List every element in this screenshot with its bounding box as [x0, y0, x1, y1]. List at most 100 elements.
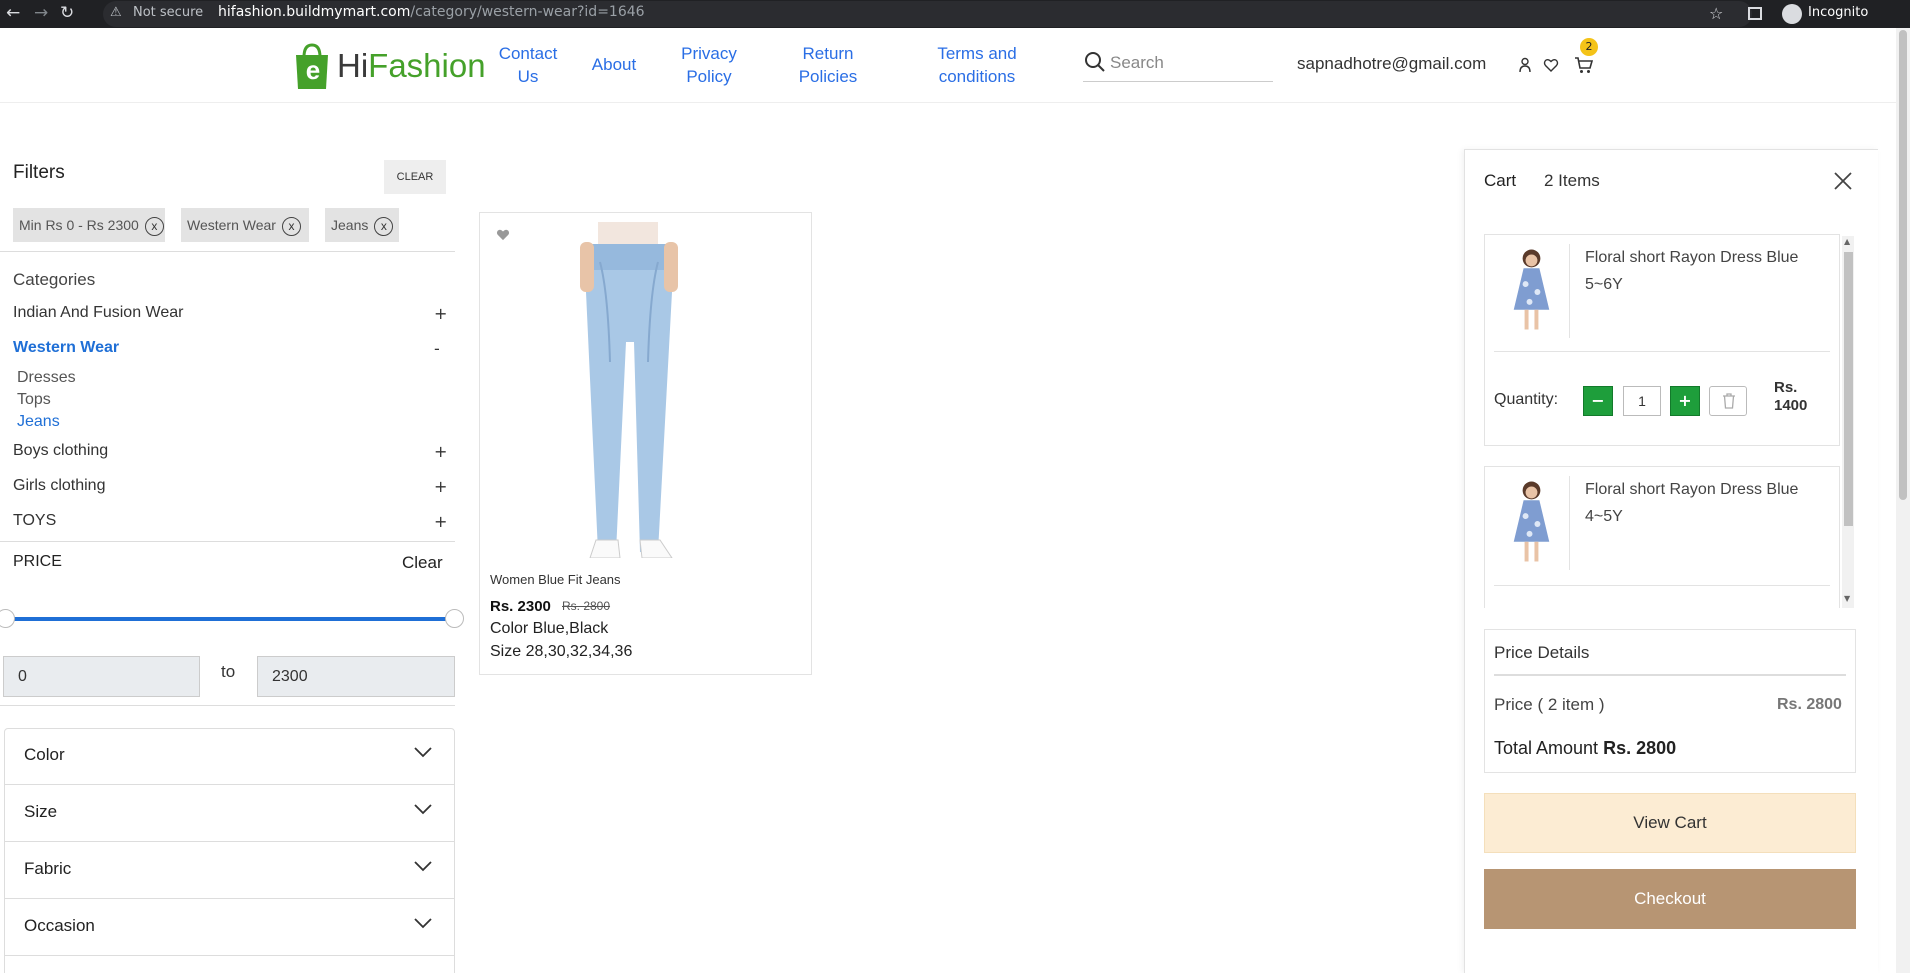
- category-boys-clothing[interactable]: Boys clothing: [13, 442, 108, 460]
- price-clear-link[interactable]: Clear: [402, 553, 443, 573]
- accordion-occasion[interactable]: Occasion: [4, 899, 455, 956]
- forward-icon[interactable]: →: [34, 3, 48, 23]
- product-wishlist-heart-icon[interactable]: [496, 228, 510, 241]
- accordion-label: Color: [24, 745, 65, 764]
- quantity-label: Quantity:: [1494, 391, 1559, 408]
- accordion-label: Occasion: [24, 916, 95, 935]
- search-icon[interactable]: [1083, 50, 1107, 74]
- nav-label-line2: Policy: [686, 67, 732, 86]
- price-currency: Rs.: [1774, 379, 1798, 396]
- category-toys[interactable]: TOYS: [13, 512, 56, 530]
- cart-icon[interactable]: [1574, 56, 1594, 74]
- user-email[interactable]: sapnadhotre@gmail.com: [1297, 54, 1486, 74]
- clear-filters-button[interactable]: CLEAR: [384, 160, 446, 194]
- cart-item-name[interactable]: Floral short Rayon Dress Blue 4~5Y: [1585, 476, 1830, 530]
- filter-chip-subcategory: Jeans x: [325, 208, 399, 242]
- nav-return-policies[interactable]: Return Policies: [788, 42, 868, 88]
- subcategory-tops[interactable]: Tops: [17, 391, 51, 409]
- close-icon[interactable]: [1833, 171, 1853, 191]
- nav-label-line2: Us: [517, 67, 539, 86]
- divider: [1494, 674, 1846, 676]
- category-indian-fusion-wear[interactable]: Indian And Fusion Wear: [13, 304, 183, 322]
- cart-item-image[interactable]: [1494, 244, 1570, 338]
- nav-label-line2: conditions: [938, 67, 1016, 86]
- logo-text-hi: Hi: [337, 47, 369, 84]
- filter-chip-category: Western Wear x: [181, 208, 309, 242]
- logo-badge-letter: e: [305, 55, 321, 85]
- filters-title: Filters: [13, 162, 65, 183]
- scroll-up-arrow-icon[interactable]: ▲: [1844, 237, 1850, 246]
- quantity-input[interactable]: [1623, 386, 1661, 416]
- accordion-size[interactable]: Size: [4, 785, 455, 842]
- wishlist-heart-icon[interactable]: [1543, 57, 1559, 73]
- divider: [0, 705, 455, 706]
- view-cart-button[interactable]: View Cart: [1484, 793, 1856, 853]
- remove-item-button[interactable]: [1709, 386, 1747, 416]
- accordion-fabric[interactable]: Fabric: [4, 842, 455, 899]
- filter-chip-label: Western Wear: [187, 217, 276, 233]
- nav-privacy-policy[interactable]: Privacy Policy: [669, 42, 749, 88]
- search-input[interactable]: [1110, 50, 1270, 76]
- product-image[interactable]: [540, 222, 720, 558]
- cart-scrollbar-thumb[interactable]: [1844, 252, 1853, 526]
- warning-icon[interactable]: ⚠: [110, 5, 122, 20]
- subcategory-jeans[interactable]: Jeans: [17, 413, 60, 431]
- scroll-down-arrow-icon[interactable]: ▼: [1844, 594, 1850, 603]
- remove-chip-icon[interactable]: x: [374, 216, 394, 236]
- nav-contact-us[interactable]: Contact Us: [488, 42, 568, 88]
- cart-item-name[interactable]: Floral short Rayon Dress Blue 5~6Y: [1585, 244, 1830, 298]
- chevron-down-icon: [414, 861, 432, 872]
- product-price: Rs. 2300: [490, 598, 551, 615]
- nav-label-line1: Privacy: [681, 44, 737, 63]
- product-colors: Color Blue,Black: [490, 620, 609, 637]
- remove-chip-icon[interactable]: x: [281, 216, 301, 236]
- security-label[interactable]: Not secure: [133, 5, 203, 20]
- cart-title: Cart: [1484, 171, 1517, 190]
- cart-item-image[interactable]: [1494, 476, 1570, 570]
- incognito-label[interactable]: Incognito: [1808, 5, 1868, 20]
- collapse-toggle[interactable]: -: [434, 339, 440, 358]
- site-logo[interactable]: e HiFashion: [294, 41, 486, 91]
- accordion-label: Size: [24, 802, 58, 821]
- accordion-color[interactable]: Color: [4, 728, 455, 785]
- product-name[interactable]: Women Blue Fit Jeans: [490, 572, 621, 587]
- url-text[interactable]: hifashion.buildmymart.com/category/weste…: [218, 4, 645, 20]
- bookmark-star-icon[interactable]: ☆: [1709, 4, 1723, 24]
- nav-about[interactable]: About: [582, 53, 646, 76]
- price-min-input[interactable]: [3, 656, 200, 697]
- nav-label-line2: Policies: [798, 67, 858, 86]
- price-details-title: Price Details: [1494, 643, 1590, 662]
- back-icon[interactable]: ←: [6, 3, 20, 23]
- checkout-button[interactable]: Checkout: [1484, 869, 1856, 929]
- total-amount-label: Total Amount: [1494, 738, 1599, 758]
- cart-item-count: 2 Items: [1544, 171, 1600, 190]
- cart-item-price: Rs. 1400: [1774, 379, 1807, 415]
- increase-quantity-button[interactable]: +: [1670, 386, 1700, 416]
- product-sizes: Size 28,30,32,34,36: [490, 643, 633, 660]
- divider: [1494, 585, 1830, 586]
- expand-toggle[interactable]: +: [434, 477, 447, 496]
- nav-label-line1: About: [591, 55, 637, 74]
- price-slider-min-handle[interactable]: [0, 609, 15, 628]
- logo-text: HiFashion: [337, 47, 486, 85]
- page-scrollbar-thumb[interactable]: [1899, 30, 1907, 500]
- nav-terms-conditions[interactable]: Terms and conditions: [917, 42, 1037, 88]
- incognito-icon[interactable]: [1782, 4, 1802, 24]
- product-mrp: Rs. 2800: [562, 599, 611, 613]
- subcategory-dresses[interactable]: Dresses: [17, 369, 76, 387]
- user-icon[interactable]: [1518, 57, 1532, 73]
- expand-toggle[interactable]: +: [434, 442, 447, 461]
- expand-toggle[interactable]: +: [434, 304, 447, 323]
- category-girls-clothing[interactable]: Girls clothing: [13, 477, 105, 495]
- decrease-quantity-button[interactable]: −: [1583, 386, 1613, 416]
- category-western-wear[interactable]: Western Wear: [13, 339, 119, 357]
- side-panel-icon[interactable]: [1748, 7, 1762, 20]
- price-items-value: Rs. 2800: [1777, 696, 1842, 713]
- price-slider-track[interactable]: [5, 617, 455, 621]
- reload-icon[interactable]: ↻: [60, 3, 74, 23]
- expand-toggle[interactable]: +: [434, 512, 447, 531]
- price-slider-max-handle[interactable]: [445, 609, 464, 628]
- price-max-input[interactable]: [257, 656, 455, 697]
- remove-chip-icon[interactable]: x: [144, 216, 164, 236]
- logo-text-fashion: Fashion: [368, 47, 486, 84]
